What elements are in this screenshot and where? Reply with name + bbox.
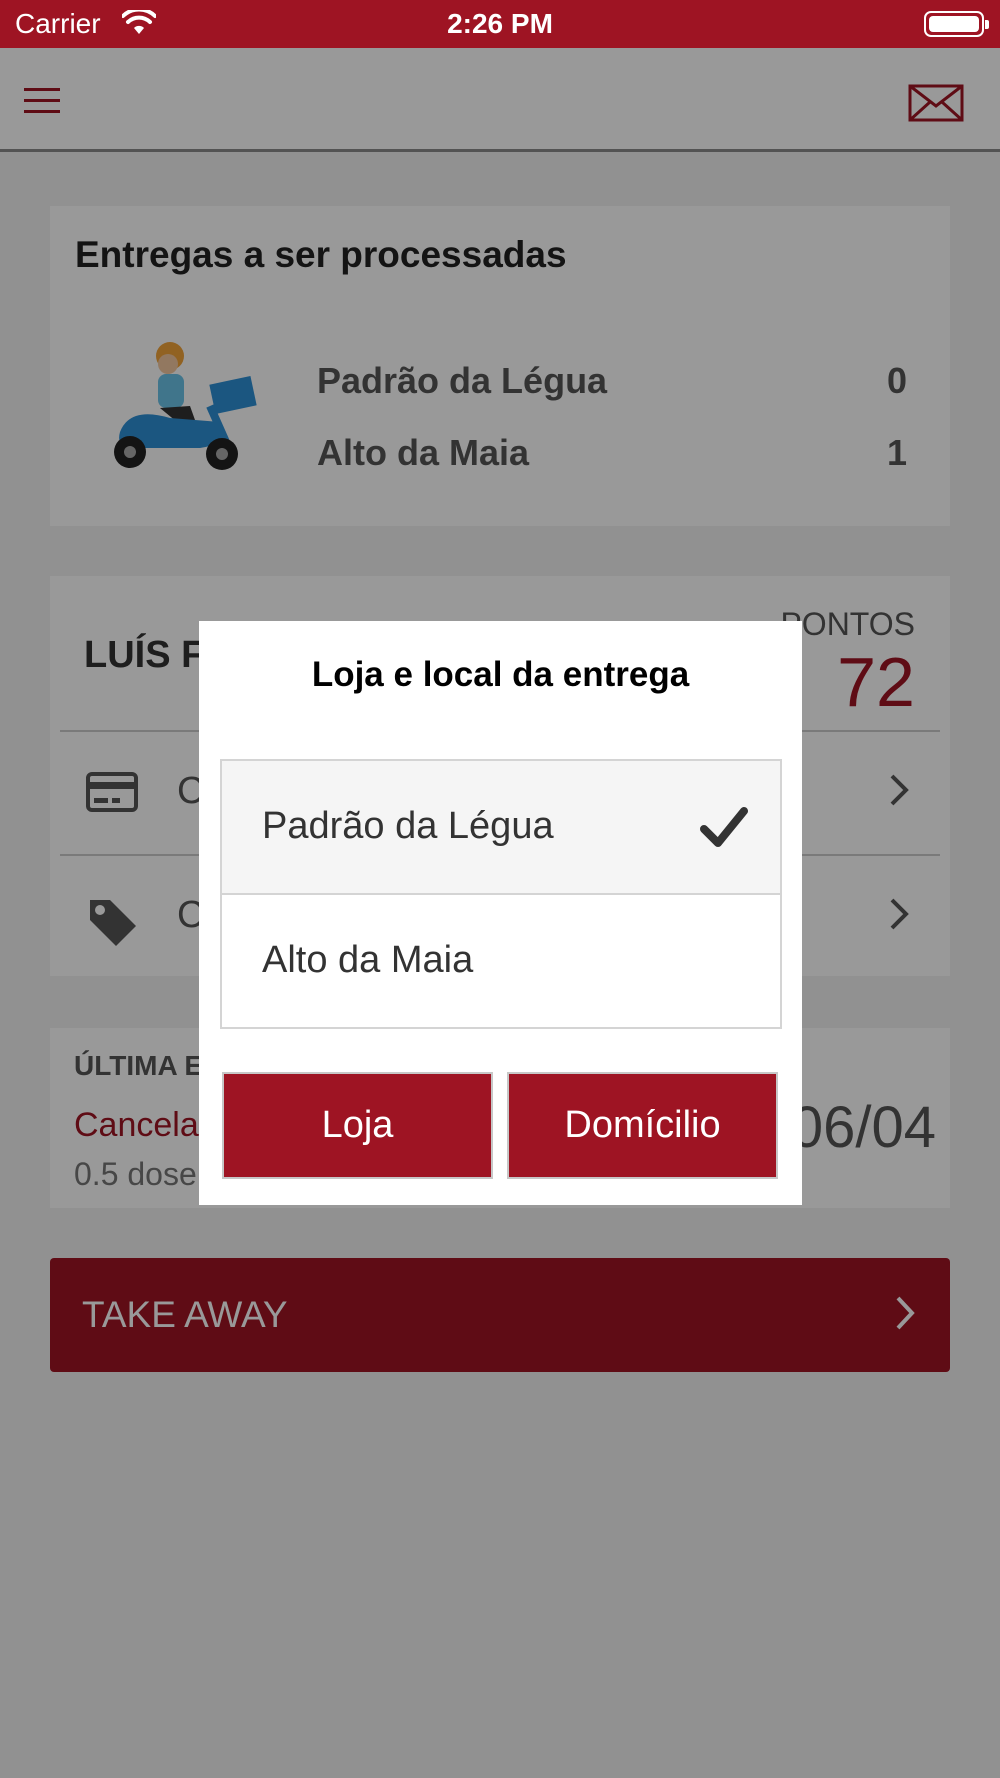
- store-option-padrao-da-legua[interactable]: Padrão da Légua: [222, 761, 780, 893]
- status-bar: Carrier 2:26 PM: [0, 0, 1000, 48]
- store-options-list: Padrão da Légua Alto da Maia: [220, 759, 782, 1029]
- loja-button[interactable]: Loja: [222, 1072, 493, 1179]
- checkmark-icon: [700, 807, 748, 847]
- dialog-title: Loja e local da entrega: [311, 655, 690, 694]
- battery-icon: [924, 11, 989, 37]
- store-selection-dialog: Loja e local da entrega Padrão da Légua …: [199, 621, 802, 1205]
- domicilio-button[interactable]: Domícilio: [507, 1072, 778, 1179]
- store-option-alto-da-maia[interactable]: Alto da Maia: [222, 895, 780, 1027]
- status-time: 2:26 PM: [447, 8, 553, 39]
- store-option-label: Alto da Maia: [262, 939, 474, 981]
- store-option-label: Padrão da Légua: [262, 805, 554, 847]
